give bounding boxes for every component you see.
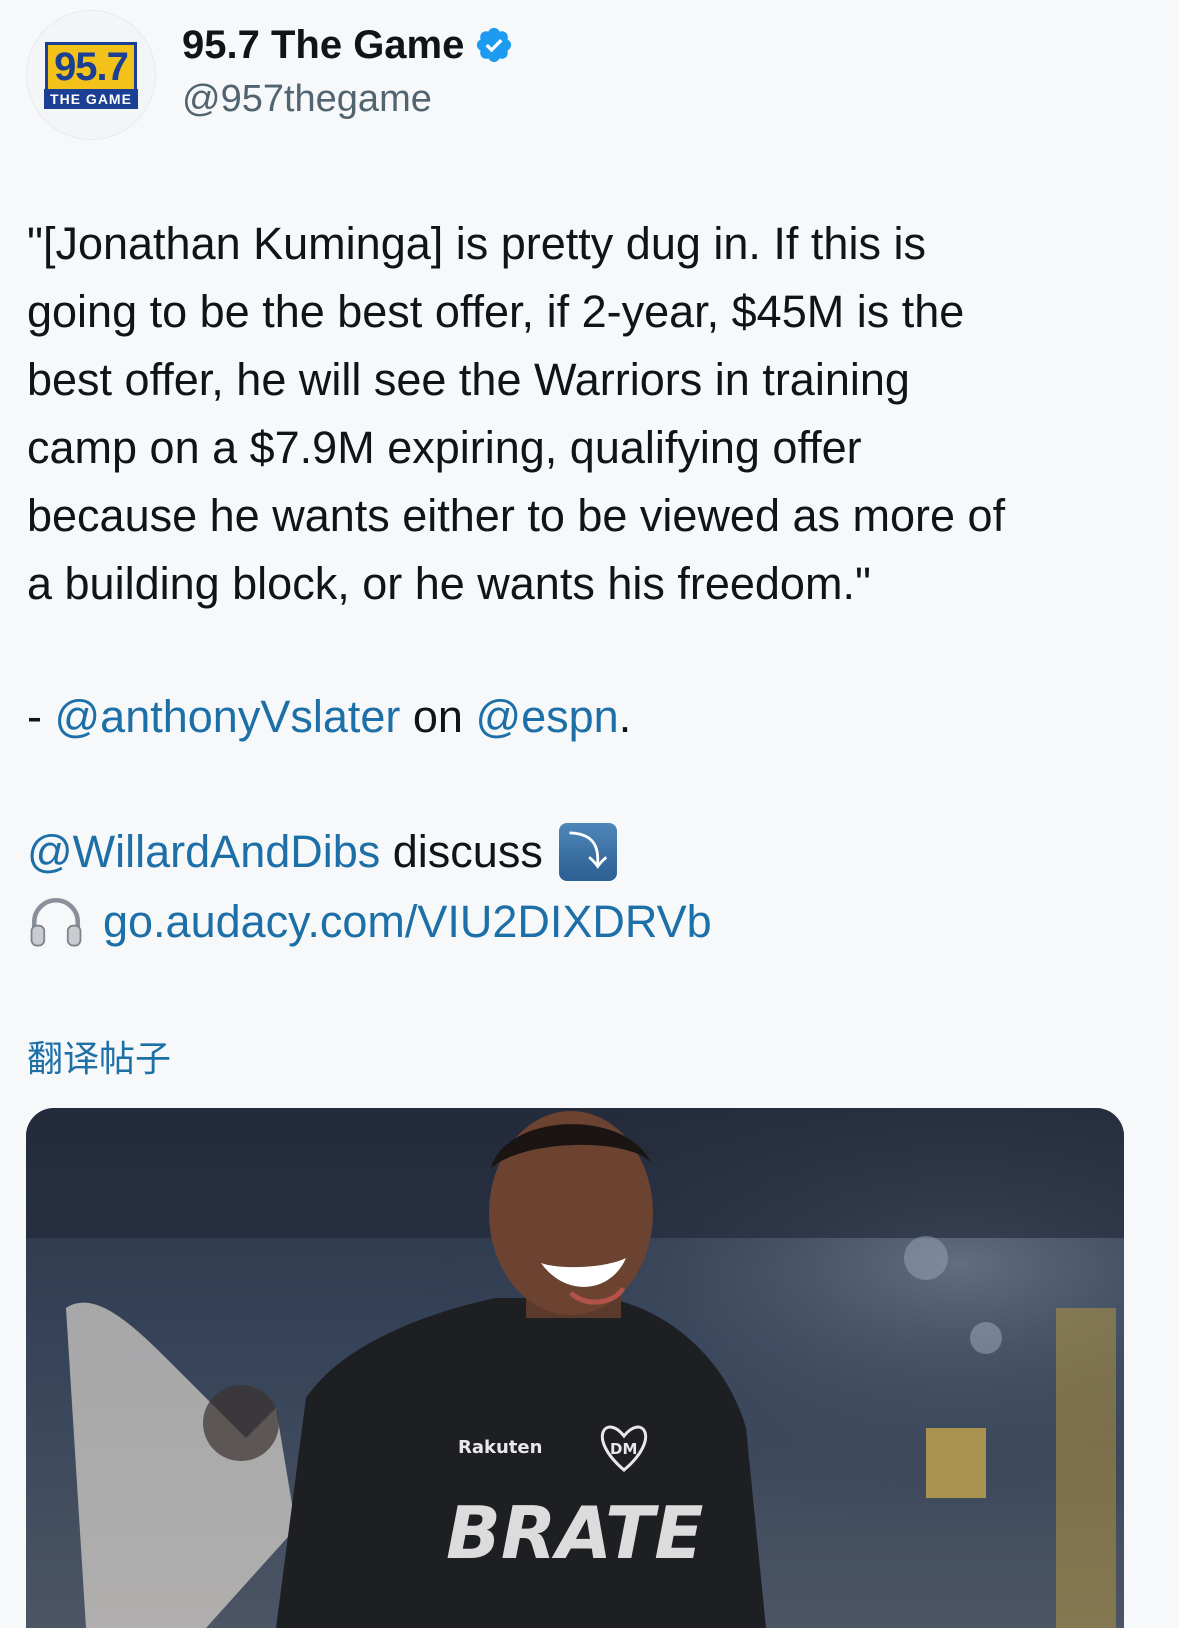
audacy-link[interactable]: go.audacy.com/VIU2DIXDRVb xyxy=(103,888,712,956)
mention-espn[interactable]: @espn xyxy=(475,691,618,742)
quote-line: a building block, or he wants his freedo… xyxy=(27,558,871,609)
arrow-down-right-icon: ⤵ xyxy=(558,823,617,881)
discuss-text: discuss xyxy=(380,826,543,877)
quote-line: going to be the best offer, if 2-year, $… xyxy=(27,286,965,337)
display-name[interactable]: 95.7 The Game xyxy=(182,22,464,68)
headphones-icon xyxy=(30,897,82,947)
attribution-middle: on xyxy=(400,691,476,742)
quote-line: because he wants either to be viewed as … xyxy=(27,490,1006,541)
attribution-line: - @anthonyVslater on @espn. xyxy=(27,683,631,751)
mention-anthonyvslater[interactable]: @anthonyVslater xyxy=(55,691,401,742)
attribution-prefix: - xyxy=(27,691,55,742)
post-header: 95.7 THE GAME 95.7 The Game @957thegame xyxy=(26,10,1146,140)
translate-post-button[interactable]: 翻译帖子 xyxy=(27,1030,171,1082)
audio-link-row: go.audacy.com/VIU2DIXDRVb xyxy=(27,888,712,956)
quote-line: "[Jonathan Kuminga] is pretty dug in. If… xyxy=(27,218,926,269)
avatar[interactable]: 95.7 THE GAME xyxy=(26,10,156,140)
shirt-brand: Rakuten xyxy=(458,1437,542,1458)
station-logo-icon: 95.7 xyxy=(45,41,137,89)
shirt-text: BRATE xyxy=(446,1491,703,1575)
quote-line: best offer, he will see the Warriors in … xyxy=(27,354,910,405)
quote-line: camp on a $7.9M expiring, qualifying off… xyxy=(27,422,862,473)
station-logo-subtitle: THE GAME xyxy=(44,88,138,109)
post-text: "[Jonathan Kuminga] is pretty dug in. If… xyxy=(27,210,1137,618)
attribution-suffix: . xyxy=(618,691,632,742)
verified-badge-icon[interactable] xyxy=(474,25,514,65)
discuss-line: @WillardAndDibs discuss ⤵ xyxy=(27,818,617,886)
post-image[interactable]: Rakuten DM BRATE xyxy=(26,1108,1124,1628)
mention-willardanddibs[interactable]: @WillardAndDibs xyxy=(27,818,380,886)
user-handle[interactable]: @957thegame xyxy=(182,78,432,121)
shirt-badge: DM xyxy=(610,1440,637,1458)
player-photo: Rakuten DM BRATE xyxy=(26,1108,1124,1628)
name-row: 95.7 The Game xyxy=(182,22,514,68)
